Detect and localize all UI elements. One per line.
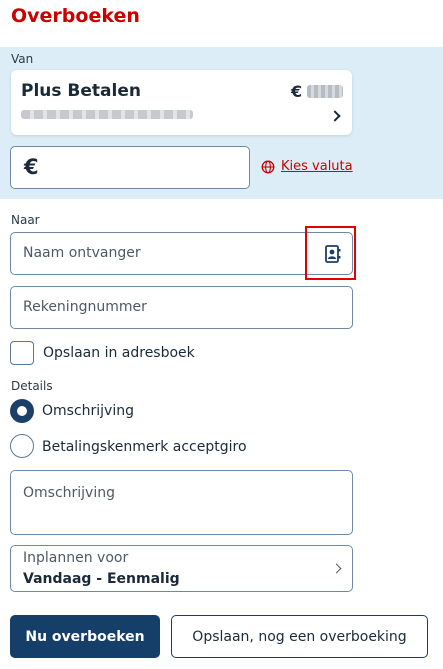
save-new-transfer-button[interactable]: Opslaan, nog een overboeking — [171, 615, 428, 658]
account-balance-redacted — [307, 85, 343, 98]
save-addressbook-checkbox[interactable] — [10, 341, 34, 365]
account-balance-currency: € — [291, 82, 303, 101]
choose-currency-link[interactable]: Kies valuta — [261, 159, 353, 174]
details-label: Details — [11, 379, 53, 393]
recipient-name-placeholder: Naam ontvanger — [23, 245, 141, 261]
radio-description[interactable] — [10, 399, 34, 423]
radio-payment-reference-label[interactable]: Betalingskenmerk acceptgiro — [42, 439, 247, 455]
amount-input[interactable]: € — [10, 146, 250, 189]
description-textarea[interactable]: Omschrijving — [10, 470, 353, 535]
account-number-placeholder: Rekeningnummer — [23, 299, 147, 315]
radio-description-label[interactable]: Omschrijving — [42, 403, 134, 419]
description-placeholder: Omschrijving — [23, 485, 115, 501]
save-addressbook-label[interactable]: Opslaan in adresboek — [43, 345, 195, 361]
schedule-value: Vandaag - Eenmalig — [23, 571, 180, 587]
chevron-right-icon — [331, 563, 342, 574]
euro-sign: € — [24, 155, 39, 179]
addressbook-highlight — [305, 226, 356, 280]
radio-payment-reference[interactable] — [10, 434, 34, 458]
transfer-now-button[interactable]: Nu overboeken — [10, 615, 160, 658]
recipient-name-input[interactable]: Naam ontvanger — [10, 232, 314, 275]
schedule-selector[interactable]: Inplannen voor Vandaag - Eenmalig — [10, 545, 353, 592]
choose-currency-label: Kies valuta — [281, 159, 353, 174]
account-number-input[interactable]: Rekeningnummer — [10, 286, 353, 329]
account-iban-redacted — [21, 110, 193, 119]
from-label: Van — [11, 52, 34, 66]
schedule-label: Inplannen voor — [23, 550, 129, 566]
globe-icon — [261, 160, 275, 173]
chevron-right-icon — [329, 110, 341, 122]
account-name: Plus Betalen — [21, 81, 141, 101]
from-account-card[interactable]: Plus Betalen € — [11, 70, 352, 135]
to-label: Naar — [11, 213, 40, 227]
page-title: Overboeken — [11, 5, 140, 27]
